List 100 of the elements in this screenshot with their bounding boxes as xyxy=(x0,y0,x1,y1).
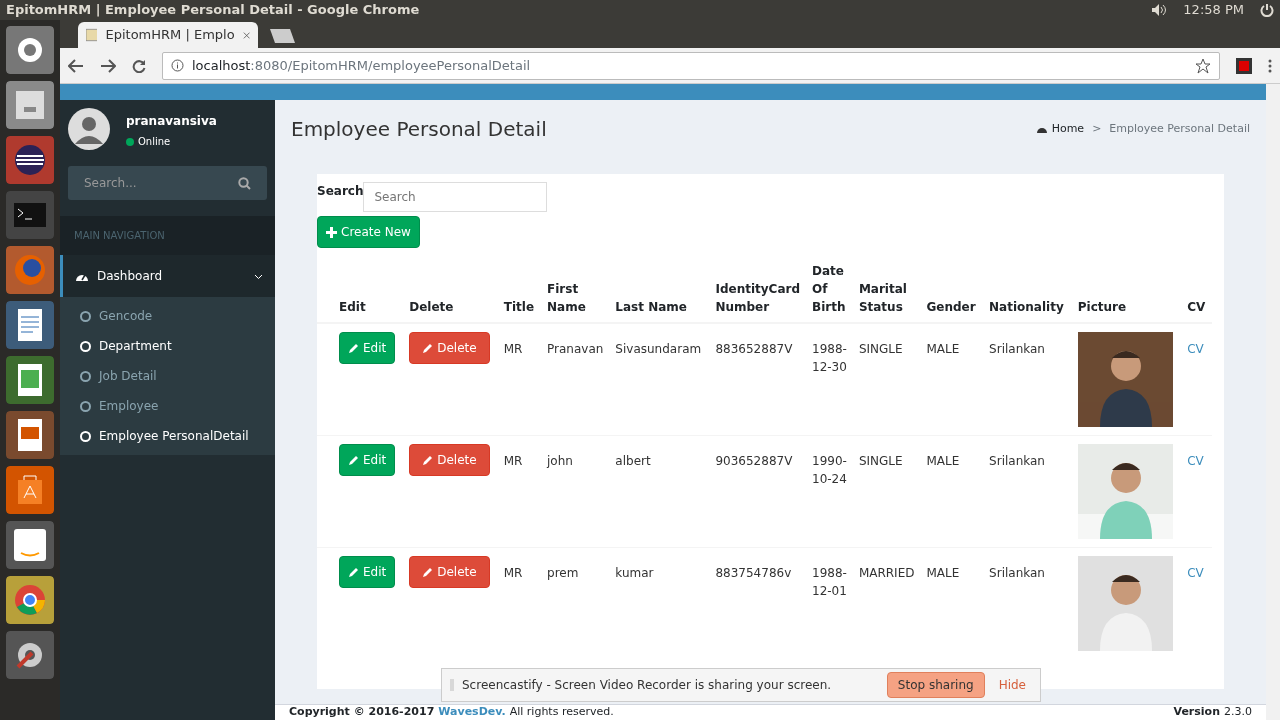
company-link[interactable]: WavesDev. xyxy=(438,704,506,720)
pencil-icon xyxy=(422,566,434,578)
table-cell: 1988-12-30 xyxy=(812,342,847,374)
version-label: Version xyxy=(1173,704,1220,720)
column-header: Edit xyxy=(339,300,366,314)
delete-button[interactable]: Delete xyxy=(409,556,490,588)
menu-item[interactable]: Dashboard xyxy=(60,255,275,297)
table-cell: MALE xyxy=(926,566,960,580)
circle-icon xyxy=(80,310,91,322)
power-icon[interactable] xyxy=(1260,3,1274,17)
hide-button[interactable]: Hide xyxy=(992,675,1032,695)
submenu-item[interactable]: Employee xyxy=(60,391,275,421)
search-label: Search xyxy=(317,183,364,200)
circle-icon xyxy=(80,340,91,352)
submenu-item[interactable]: Employee PersonalDetail xyxy=(60,421,275,451)
eclipse-icon[interactable] xyxy=(6,136,54,184)
edit-button[interactable]: Edit xyxy=(339,556,396,588)
column-header: CV xyxy=(1187,300,1206,314)
close-icon[interactable] xyxy=(242,30,250,40)
clock: 12:58 PM xyxy=(1183,1,1244,20)
circle-icon xyxy=(80,430,91,442)
table-cell: prem xyxy=(547,566,579,580)
cv-link[interactable]: CV xyxy=(1187,454,1204,468)
delete-button[interactable]: Delete xyxy=(409,332,490,364)
tab-title: EpitomHRM | Emplo xyxy=(105,26,235,45)
rights-text: All rights reserved. xyxy=(509,704,614,720)
address-bar[interactable]: localhost:8080/EpitomHRM/employeePersonalDetail xyxy=(162,51,1220,80)
reload-icon[interactable] xyxy=(132,58,146,73)
search-field[interactable]: Search xyxy=(363,182,548,212)
scrollbar[interactable] xyxy=(1266,84,1280,720)
edit-button[interactable]: Edit xyxy=(339,444,396,476)
breadcrumb-link[interactable]: Home xyxy=(1035,120,1085,138)
column-header: Picture xyxy=(1077,300,1127,314)
search-icon[interactable] xyxy=(238,176,251,190)
table-cell: Pranavan xyxy=(547,342,604,356)
document-icon[interactable] xyxy=(6,301,54,349)
create-button[interactable]: Create New xyxy=(317,216,420,248)
status-text: Online xyxy=(138,135,171,149)
column-header: IdentityCard Number xyxy=(715,282,800,314)
user-name: pranavansiva xyxy=(126,113,217,130)
table-cell: MR xyxy=(503,342,523,356)
volume-icon xyxy=(1151,3,1168,17)
table-cell: Srilankan xyxy=(989,342,1045,356)
search-field[interactable]: Search... xyxy=(68,166,267,200)
star-icon[interactable] xyxy=(1195,57,1211,74)
film-icon[interactable] xyxy=(1236,57,1252,74)
delete-button[interactable]: Delete xyxy=(409,444,490,476)
edit-button[interactable]: Edit xyxy=(339,332,396,364)
circle-icon xyxy=(80,370,91,382)
file-cabinet-icon[interactable] xyxy=(6,81,54,129)
browser-tab[interactable]: EpitomHRM | Emplo xyxy=(78,22,258,48)
column-header: Date Of Birth xyxy=(812,264,846,314)
notification-text: Screencastify - Screen Video Recorder is sharing your screen. xyxy=(462,677,833,694)
table-cell: john xyxy=(547,454,573,468)
table-cell: 883754786v xyxy=(715,566,792,580)
circle-icon xyxy=(80,400,91,412)
placeholder-text: Search... xyxy=(84,175,137,192)
column-header: Nationality xyxy=(989,300,1064,314)
window-title: EpitomHRM | Employee Personal Detail - Google Chrome xyxy=(6,1,420,20)
column-header: Delete xyxy=(409,300,454,314)
page-title: Employee Personal Detail xyxy=(291,116,547,143)
table-cell: MR xyxy=(503,566,523,580)
table-cell: Sivasundaram xyxy=(615,342,702,356)
table-cell: Srilankan xyxy=(989,566,1045,580)
chrome-icon[interactable] xyxy=(6,576,54,624)
cv-link[interactable]: CV xyxy=(1187,342,1204,356)
menu-icon[interactable] xyxy=(1268,58,1272,73)
submenu-item[interactable]: Department xyxy=(60,331,275,361)
submenu-item[interactable]: Job Detail xyxy=(60,361,275,391)
pencil-icon xyxy=(422,454,434,466)
spreadsheet-icon[interactable] xyxy=(6,356,54,404)
table-cell: kumar xyxy=(615,566,654,580)
ubuntu-logo-icon[interactable] xyxy=(6,26,54,74)
status-dot xyxy=(126,137,134,146)
table-cell: Srilankan xyxy=(989,454,1045,468)
table-cell: MARRIED xyxy=(858,566,915,580)
table-cell: MALE xyxy=(926,454,960,468)
cv-link[interactable]: CV xyxy=(1187,566,1204,580)
copyright-text: Copyright © 2016-2017 xyxy=(289,704,435,720)
column-header: Title xyxy=(503,300,535,314)
pencil-icon xyxy=(348,342,359,354)
presentation-icon[interactable] xyxy=(6,411,54,459)
table-cell: 883652887V xyxy=(715,342,793,356)
pencil-icon xyxy=(348,454,359,466)
table-cell: MR xyxy=(503,454,523,468)
table-cell: 1990-10-24 xyxy=(812,454,847,486)
submenu-item[interactable]: Gencode xyxy=(60,301,275,331)
table-cell: SINGLE xyxy=(858,342,903,356)
table-cell: 1988-12-01 xyxy=(812,566,847,598)
section-header: MAIN NAVIGATION xyxy=(60,216,275,255)
avatar-icon xyxy=(68,108,110,150)
url-text: localhost:8080/EpitomHRM/employeePersonalDetail xyxy=(192,56,532,75)
plus-icon xyxy=(326,226,337,238)
column-header: Marital Status xyxy=(858,282,907,314)
forward-icon[interactable] xyxy=(100,58,116,73)
version-number: 2.3.0 xyxy=(1224,704,1252,720)
column-header: Last Name xyxy=(615,300,687,314)
info-icon xyxy=(171,59,184,72)
back-icon[interactable] xyxy=(68,58,84,73)
stop-sharing-button[interactable]: Stop sharing xyxy=(886,672,985,698)
